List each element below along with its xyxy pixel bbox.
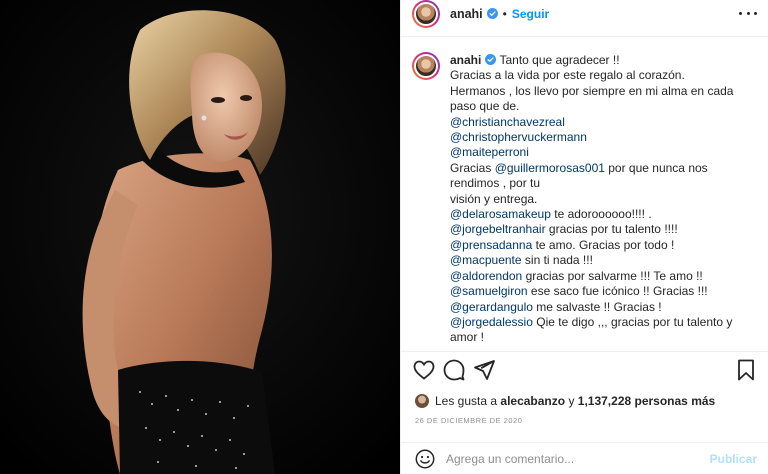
post-image: [0, 0, 400, 474]
caption-line: @gerardangulo me salvaste !! Gracias !: [450, 300, 760, 315]
mention-link[interactable]: @prensadanna: [450, 238, 532, 252]
author-username[interactable]: anahi: [450, 7, 483, 21]
author-avatar[interactable]: [412, 0, 440, 28]
likes-count[interactable]: 1,137,228 personas más: [578, 394, 715, 408]
caption-text-segment: te adoroooooo!!!! .: [550, 207, 652, 222]
emoji-icon[interactable]: [414, 448, 436, 470]
caption-line: @jorgedalessio Qie te digo ,,, gracias p…: [450, 315, 760, 346]
caption-line: Hermanos , los llevo por siempre en mi a…: [450, 84, 760, 115]
mention-link[interactable]: @guillermorosas001: [495, 161, 605, 175]
caption-line: @aldorendon gracias por salvarme !!! Te …: [450, 269, 760, 284]
more-options-icon[interactable]: [739, 6, 757, 20]
caption-line: @christophervuckermann: [450, 130, 760, 145]
post-sidebar: anahi • Seguir anahi Tanto que agradecer…: [400, 0, 768, 474]
caption-line: Gracias a la vida por este regalo al cor…: [450, 68, 760, 83]
post-header: anahi • Seguir: [401, 0, 768, 28]
caption-line: @maiteperroni: [450, 145, 760, 160]
caption-text-segment: Hermanos , los llevo por siempre en mi a…: [450, 83, 734, 114]
caption-line: @prensadanna te amo. Gracias por todo !: [450, 238, 760, 253]
mention-link[interactable]: @maiteperroni: [450, 145, 529, 159]
caption-username[interactable]: anahi: [450, 53, 481, 67]
verified-badge-icon: [486, 8, 498, 19]
caption-divider: [401, 351, 768, 352]
caption-line: @jorgebeltranhair gracias por tu talento…: [450, 222, 760, 237]
caption-line: Gracias @guillermorosas001 por que nunca…: [450, 161, 760, 192]
liker-avatar[interactable]: [415, 394, 429, 408]
mention-link[interactable]: @aldorendon: [450, 269, 522, 283]
post-photo[interactable]: [0, 0, 400, 474]
mention-link[interactable]: @christianchavezreal: [450, 115, 565, 129]
follow-button[interactable]: Seguir: [512, 7, 549, 21]
heart-icon[interactable]: [412, 358, 436, 382]
verified-badge-icon: [485, 54, 497, 65]
publish-button[interactable]: Publicar: [710, 452, 757, 466]
likes-conjunction: y: [568, 394, 575, 408]
caption-text-segment: gracias por tu talento !!!!: [545, 222, 678, 237]
mention-link[interactable]: @christophervuckermann: [450, 130, 587, 144]
caption-text-segment: A nuestros músicos increíbles ! Sin uste…: [450, 346, 755, 348]
comment-bar: Publicar: [401, 443, 768, 474]
caption-text-segment: te amo. Gracias por todo !: [532, 237, 675, 252]
caption-line: visión y entrega.: [450, 192, 760, 207]
caption-line: @samuelgiron ese saco fue icónico !! Gra…: [450, 284, 760, 299]
caption-line: anahi Tanto que agradecer !!: [450, 53, 760, 68]
caption-text-segment: visión y entrega.: [450, 191, 538, 206]
bookmark-icon[interactable]: [734, 358, 758, 382]
liker-username[interactable]: alecabanzo: [500, 394, 565, 408]
comment-input[interactable]: [446, 451, 696, 466]
mention-link[interactable]: @jorgebeltranhair: [450, 222, 546, 236]
instagram-post: anahi • Seguir anahi Tanto que agradecer…: [0, 0, 768, 474]
mention-link[interactable]: @macpuente: [450, 253, 522, 267]
action-bar: [401, 358, 768, 384]
caption-text-segment: ese saco fue icónico !! Gracias !!!: [527, 284, 708, 299]
caption-text-segment: Gracias a la vida por este regalo al cor…: [450, 68, 685, 83]
mention-link[interactable]: @jorgedalessio: [450, 315, 533, 329]
caption-line: @macpuente sin ti nada !!!: [450, 253, 760, 268]
likes-prefix: Les gusta a: [435, 394, 498, 408]
caption-line: @delarosamakeup te adoroooooo!!!! .: [450, 207, 760, 222]
share-icon[interactable]: [472, 358, 496, 382]
caption-line: @christianchavezreal: [450, 115, 760, 130]
mention-link[interactable]: @delarosamakeup: [450, 207, 551, 221]
caption-text-segment: Gracias: [450, 160, 495, 175]
mention-link[interactable]: @samuelgiron: [450, 284, 528, 298]
caption-text-segment: gracias por salvarme !!! Te amo !!: [522, 268, 703, 283]
caption-text-segment: sin ti nada !!!: [521, 253, 593, 268]
caption-text: anahi Tanto que agradecer !! Gracias a la…: [450, 46, 760, 348]
mention-link[interactable]: @gerardangulo: [450, 300, 533, 314]
post-date[interactable]: 26 DE DICIEMBRE DE 2020: [415, 416, 522, 425]
caption-line: A nuestros músicos increíbles ! Sin uste…: [450, 346, 760, 348]
caption-text-segment: me salvaste !! Gracias !: [532, 299, 662, 314]
comment-icon[interactable]: [442, 358, 466, 382]
caption-avatar[interactable]: [412, 52, 440, 80]
likes-summary: Les gusta a alecabanzo y 1,137,228 perso…: [415, 393, 715, 409]
caption-text-segment: Tanto que agradecer !!: [499, 53, 620, 67]
header-divider: [401, 36, 768, 37]
header-separator: •: [502, 6, 507, 21]
caption-block: anahi Tanto que agradecer !! Gracias a la…: [401, 46, 768, 348]
